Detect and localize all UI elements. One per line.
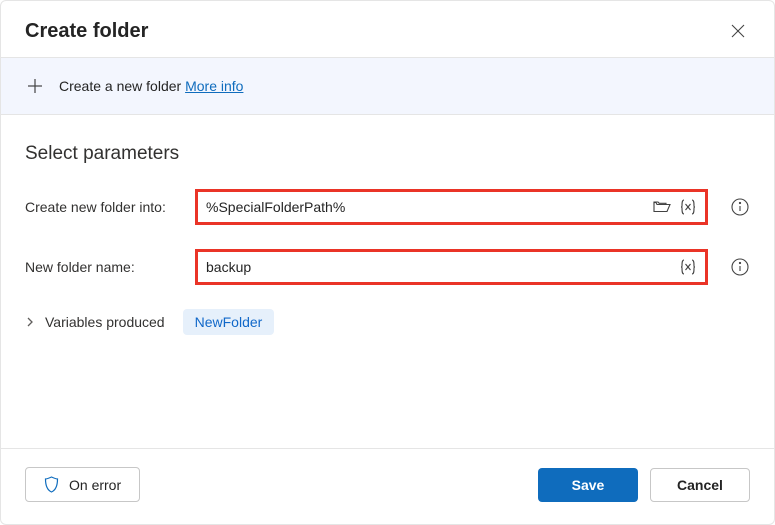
content-area: Select parameters Create new folder into… [1,115,774,448]
dialog-footer: On error Save Cancel [1,448,774,524]
folder-into-input-wrap [198,192,705,222]
variable-icon [679,259,697,275]
info-icon [731,258,749,276]
variable-picker-button[interactable] [677,196,699,218]
footer-actions: Save Cancel [538,468,750,502]
banner-text: Create a new folder More info [59,78,243,94]
variable-chip-newfolder[interactable]: NewFolder [183,309,275,335]
cancel-button[interactable]: Cancel [650,468,750,502]
dialog-header: Create folder [1,1,774,57]
info-icon [731,198,749,216]
folder-name-label: New folder name: [25,259,181,275]
on-error-button[interactable]: On error [25,467,140,502]
folder-into-input[interactable] [206,199,647,215]
browse-folder-button[interactable] [651,196,673,218]
more-info-link[interactable]: More info [185,78,243,94]
folder-into-highlight [195,189,708,225]
folder-open-icon [653,200,671,214]
variable-icon [679,199,697,215]
field-row-folder-into: Create new folder into: [25,189,750,225]
close-button[interactable] [726,19,750,43]
folder-into-label: Create new folder into: [25,199,181,215]
info-banner: Create a new folder More info [1,57,774,115]
save-button[interactable]: Save [538,468,638,502]
folder-into-info-button[interactable] [730,197,750,217]
folder-name-highlight [195,249,708,285]
field-row-folder-name: New folder name: [25,249,750,285]
variables-produced-label: Variables produced [45,314,165,330]
folder-name-input[interactable] [206,259,673,275]
variable-picker-button-name[interactable] [677,256,699,278]
folder-name-info-button[interactable] [730,257,750,277]
on-error-label: On error [69,477,121,493]
section-title: Select parameters [25,143,750,165]
close-icon [731,24,745,38]
banner-description: Create a new folder [59,78,185,94]
chevron-right-icon [25,316,35,328]
shield-icon [44,476,59,493]
folder-name-input-wrap [198,252,705,282]
plus-icon [25,76,45,96]
variables-produced-row: Variables produced NewFolder [25,309,750,335]
dialog-title: Create folder [25,20,148,43]
variables-expand-toggle[interactable] [25,316,35,328]
